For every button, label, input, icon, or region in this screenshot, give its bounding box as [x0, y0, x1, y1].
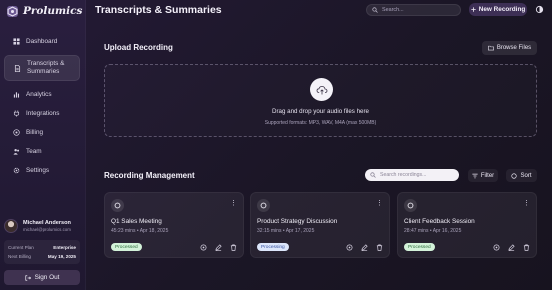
delete-icon[interactable]	[375, 243, 384, 252]
sidebar-item-label: Analytics	[26, 91, 52, 98]
status-badge: Processed	[404, 243, 435, 251]
sidebar-item-label: Settings	[26, 167, 50, 174]
recording-management-title: Recording Management	[104, 171, 195, 180]
grid-icon	[12, 38, 20, 46]
new-recording-label: New Recording	[478, 6, 526, 13]
upload-dropzone[interactable]: Drag and drop your audio files here Supp…	[104, 64, 537, 137]
app-name: Prolumics	[23, 5, 83, 17]
sidebar-item-label: Transcripts & Summaries	[27, 60, 65, 75]
edit-icon[interactable]	[507, 243, 516, 252]
view-icon[interactable]	[345, 243, 354, 252]
recording-meta: 32:15 mins • Apr 17, 2025	[257, 228, 315, 234]
sidebar-item-billing[interactable]: Billing	[4, 123, 80, 142]
recording-card[interactable]: ⋮ Q1 Sales Meeting 45:23 mins • Apr 18, …	[104, 192, 244, 258]
browse-files-button[interactable]: Browse Files	[482, 41, 537, 55]
search-input[interactable]: Search...	[366, 4, 461, 16]
sidebar-item-team[interactable]: Team	[4, 142, 80, 161]
users-icon	[12, 148, 20, 156]
delete-icon[interactable]	[522, 243, 531, 252]
user-profile[interactable]: Michael Anderson michael@prolumics.com	[4, 219, 71, 233]
search-icon	[370, 172, 376, 178]
browse-files-label: Browse Files	[496, 45, 532, 51]
sidebar-item-label: Team	[26, 148, 42, 155]
view-icon[interactable]	[492, 243, 501, 252]
sidebar-item-analytics[interactable]: Analytics	[4, 85, 80, 104]
user-name: Michael Anderson	[23, 220, 71, 226]
new-recording-button[interactable]: New Recording	[469, 3, 527, 16]
recording-icon	[111, 199, 124, 212]
search-icon	[372, 7, 378, 13]
supported-formats-text: Supported formats: MP3, WAV, M4A (max 50…	[264, 120, 377, 126]
recording-title: Q1 Sales Meeting	[111, 218, 162, 225]
filter-label: Filter	[480, 172, 495, 179]
more-options-icon[interactable]: ⋮	[230, 200, 237, 207]
logo-mark-icon	[7, 5, 18, 17]
status-badge: Processing	[257, 243, 289, 251]
status-badge: Processed	[111, 243, 142, 251]
upload-section-title: Upload Recording	[104, 43, 173, 52]
sidebar-nav: Dashboard Transcripts & Summaries Analyt…	[4, 32, 80, 180]
sign-out-icon	[24, 274, 31, 281]
sidebar-item-dashboard[interactable]: Dashboard	[4, 32, 80, 51]
filter-button[interactable]: Filter	[468, 169, 498, 182]
sidebar-item-label: Integrations	[26, 110, 60, 117]
dropzone-text: Drag and drop your audio files here	[272, 108, 369, 115]
more-options-icon[interactable]: ⋮	[523, 200, 530, 207]
view-icon[interactable]	[199, 243, 208, 252]
folder-icon	[487, 45, 494, 51]
current-plan-label: Current Plan	[8, 245, 34, 250]
user-email: michael@prolumics.com	[23, 227, 71, 232]
plan-summary: Current Plan Enterprise Next Billing May…	[4, 240, 80, 264]
more-options-icon[interactable]: ⋮	[376, 200, 383, 207]
sort-button[interactable]: Sort	[506, 169, 537, 182]
edit-icon[interactable]	[360, 243, 369, 252]
current-plan-value: Enterprise	[53, 245, 76, 250]
cloud-upload-icon	[310, 78, 333, 101]
recording-card[interactable]: ⋮ Client Feedback Session 28:47 mins • A…	[397, 192, 537, 258]
recording-icon	[404, 199, 417, 212]
search-recordings-placeholder: Search recordings...	[380, 172, 427, 178]
gear-icon	[12, 167, 20, 175]
theme-toggle-icon[interactable]	[535, 5, 544, 14]
recording-icon	[257, 199, 270, 212]
recording-meta: 28:47 mins • Apr 16, 2025	[404, 228, 462, 234]
sort-icon	[511, 172, 518, 179]
next-billing-value: May 19, 2025	[47, 254, 76, 259]
filter-icon	[472, 173, 478, 179]
recording-title: Product Strategy Discussion	[257, 218, 338, 225]
recording-card[interactable]: ⋮ Product Strategy Discussion 32:15 mins…	[250, 192, 390, 258]
sign-out-label: Sign Out	[34, 274, 60, 281]
recording-meta: 45:23 mins • Apr 18, 2025	[111, 228, 169, 234]
sidebar-item-transcripts[interactable]: Transcripts & Summaries	[4, 55, 80, 81]
app-logo[interactable]: Prolumics	[7, 5, 82, 17]
plug-icon	[12, 110, 20, 118]
sort-label: Sort	[520, 172, 532, 179]
document-icon	[13, 64, 21, 72]
delete-icon[interactable]	[229, 243, 238, 252]
sidebar-item-integrations[interactable]: Integrations	[4, 104, 80, 123]
search-recordings-input[interactable]: Search recordings...	[365, 169, 459, 181]
sidebar-item-label: Dashboard	[26, 38, 58, 45]
sidebar-item-label: Billing	[26, 129, 44, 136]
sidebar-item-settings[interactable]: Settings	[4, 161, 80, 180]
recording-title: Client Feedback Session	[404, 218, 475, 225]
sign-out-button[interactable]: Sign Out	[4, 270, 80, 285]
avatar	[4, 219, 18, 233]
edit-icon[interactable]	[214, 243, 223, 252]
bar-chart-icon	[12, 91, 20, 99]
plus-icon	[471, 7, 476, 12]
search-placeholder: Search...	[382, 7, 404, 13]
page-title: Transcripts & Summaries	[95, 4, 222, 16]
sidebar: Prolumics Dashboard Transcripts & Summar…	[0, 0, 86, 290]
coin-icon	[12, 129, 20, 137]
next-billing-label: Next Billing	[8, 254, 31, 259]
